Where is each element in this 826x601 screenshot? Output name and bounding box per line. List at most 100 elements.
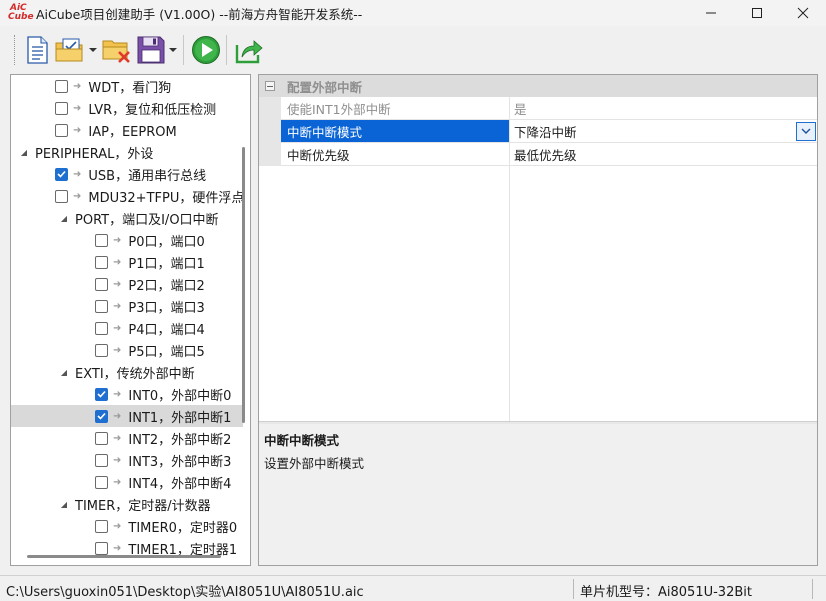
tree-item[interactable]: ➜ P2口，端口2 — [11, 273, 243, 295]
tree-checkbox[interactable] — [95, 409, 108, 423]
tree-item-label: INT1，外部中断1 — [128, 410, 232, 426]
tree-item[interactable]: ➜ INT3，外部中断3 — [11, 449, 243, 471]
tree-item[interactable]: ➜ MDU32+TFPU，硬件浮点 — [11, 185, 243, 207]
save-dropdown-button[interactable] — [167, 32, 179, 68]
tree-item[interactable]: ➜ LVR，复位和低压检测 — [11, 97, 243, 119]
arrow-icon: ➜ — [113, 432, 122, 444]
tree-checkbox[interactable] — [55, 189, 68, 203]
app-logo: AiC Cube — [8, 3, 34, 23]
arrow-icon: ➜ — [73, 102, 82, 114]
tree-checkbox[interactable] — [95, 431, 108, 445]
tree-group[interactable]: ◢ TIMER，定时器/计数器 — [11, 493, 243, 515]
property-row-interrupt-mode[interactable]: 中断中断模式 下降沿中断 — [259, 120, 817, 143]
tree-checkbox[interactable] — [95, 519, 108, 533]
tree-group[interactable]: ◢ PERIPHERAL，外设 — [11, 141, 243, 163]
tree-item[interactable]: ➜ WDT，看门狗 — [11, 75, 243, 97]
tree-item-label: EXTI，传统外部中断 — [75, 366, 195, 382]
tree-horizontal-scrollbar[interactable] — [27, 555, 221, 558]
minimize-button[interactable] — [688, 0, 734, 26]
expand-icon[interactable]: ◢ — [59, 499, 69, 509]
tree-item-label: WDT，看门狗 — [88, 80, 172, 96]
expand-icon[interactable]: ◢ — [59, 367, 69, 377]
property-category[interactable]: 配置外部中断 — [259, 75, 817, 97]
close-project-button[interactable] — [99, 32, 135, 68]
tree-item-label: INT2，外部中断2 — [128, 432, 232, 448]
maximize-button[interactable] — [734, 0, 780, 26]
window-controls — [688, 0, 826, 26]
logo-text-bottom: Cube — [8, 12, 34, 22]
tree-checkbox[interactable] — [95, 453, 108, 467]
arrow-icon: ➜ — [113, 410, 122, 422]
new-file-button[interactable] — [21, 32, 53, 68]
close-project-icon — [102, 40, 130, 63]
tree-checkbox[interactable] — [95, 387, 108, 401]
tree-checkbox[interactable] — [95, 255, 108, 269]
maximize-icon — [752, 8, 762, 18]
tree-item[interactable]: ➜ INT2，外部中断2 — [11, 427, 243, 449]
tree-item[interactable]: ➜ INT1，外部中断1 — [11, 405, 243, 427]
tree-item-label: INT4，外部中断4 — [128, 476, 232, 492]
run-button[interactable] — [190, 32, 222, 68]
arrow-icon: ➜ — [113, 234, 122, 246]
save-icon — [137, 36, 165, 64]
property-value[interactable]: 是 — [510, 97, 817, 120]
tree-item[interactable]: ➜ P4口，端口4 — [11, 317, 243, 339]
open-project-icon — [55, 38, 83, 62]
tree-group[interactable]: ◢ EXTI，传统外部中断 — [11, 361, 243, 383]
arrow-icon: ➜ — [113, 278, 122, 290]
tree-item[interactable]: ➜ P0口，端口0 — [11, 229, 243, 251]
tree-item-label: P3口，端口3 — [128, 300, 205, 316]
toolbar-grip[interactable] — [14, 35, 17, 65]
property-value[interactable]: 最低优先级 — [510, 143, 817, 166]
tree-checkbox[interactable] — [55, 101, 68, 115]
property-row-enable-int1[interactable]: 使能INT1外部中断 是 — [259, 97, 817, 120]
save-button[interactable] — [135, 32, 167, 68]
expand-icon[interactable]: ◢ — [59, 213, 69, 223]
tree-item[interactable]: ➜ P1口，端口1 — [11, 251, 243, 273]
tree-item[interactable]: ➜ P5口，端口5 — [11, 339, 243, 361]
tree-item[interactable]: ➜ P3口，端口3 — [11, 295, 243, 317]
tree-checkbox[interactable] — [55, 167, 68, 181]
property-value: 下降沿中断 — [514, 124, 577, 140]
tree-item[interactable]: ➜ USB，通用串行总线 — [11, 163, 243, 185]
toolbar-separator — [226, 35, 227, 65]
open-project-button[interactable] — [53, 32, 87, 68]
title-bar: AiC Cube AiCube项目创建助手 (V1.00O) --前海方舟智能开… — [0, 0, 826, 26]
tree-checkbox[interactable] — [95, 277, 108, 291]
tree-item[interactable]: ➜ INT4，外部中断4 — [11, 471, 243, 493]
tree-item-label: TIMER，定时器/计数器 — [75, 498, 211, 514]
tree-group[interactable]: ◢ PORT，端口及I/O口中断 — [11, 207, 243, 229]
arrow-icon: ➜ — [113, 344, 122, 356]
tree-checkbox[interactable] — [95, 343, 108, 357]
tree-item[interactable]: ➜ IAP，EEPROM — [11, 119, 243, 141]
tree-item[interactable]: ➜ INT0，外部中断0 — [11, 383, 243, 405]
tree-item[interactable]: ➜ TIMER0，定时器0 — [11, 515, 243, 537]
property-row-priority[interactable]: 中断优先级 最低优先级 — [259, 143, 817, 166]
tree-vertical-scrollbar[interactable] — [242, 147, 245, 423]
expand-icon[interactable]: ◢ — [19, 147, 29, 157]
property-name: 使能INT1外部中断 — [281, 97, 509, 120]
tree-item-label: MDU32+TFPU，硬件浮点 — [88, 190, 243, 206]
tree-checkbox[interactable] — [55, 123, 68, 137]
export-button[interactable] — [233, 32, 265, 68]
peripheral-tree[interactable]: ➜ WDT，看门狗 ➜ LVR，复位和低压检测 ➜ IAP，EEPROM ◢ PERIPHER… — [10, 74, 251, 566]
tree-checkbox[interactable] — [95, 541, 108, 555]
tree-checkbox[interactable] — [55, 79, 68, 93]
tree-checkbox[interactable] — [95, 475, 108, 489]
arrow-icon: ➜ — [73, 168, 82, 180]
dropdown-button[interactable] — [796, 122, 816, 141]
export-icon — [235, 40, 263, 64]
property-name: 中断中断模式 — [281, 120, 509, 143]
tree-checkbox[interactable] — [95, 321, 108, 335]
collapse-icon[interactable] — [265, 81, 275, 91]
status-separator — [573, 579, 574, 599]
minimize-icon — [706, 12, 716, 14]
arrow-icon: ➜ — [73, 124, 82, 136]
close-button[interactable] — [780, 0, 826, 26]
new-file-icon — [27, 36, 48, 64]
tree-checkbox[interactable] — [95, 233, 108, 247]
property-description: 中断中断模式 设置外部中断模式 — [259, 424, 817, 565]
open-dropdown-button[interactable] — [87, 32, 99, 68]
tree-checkbox[interactable] — [95, 299, 108, 313]
interrupt-mode-select[interactable]: 下降沿中断 — [510, 120, 817, 143]
